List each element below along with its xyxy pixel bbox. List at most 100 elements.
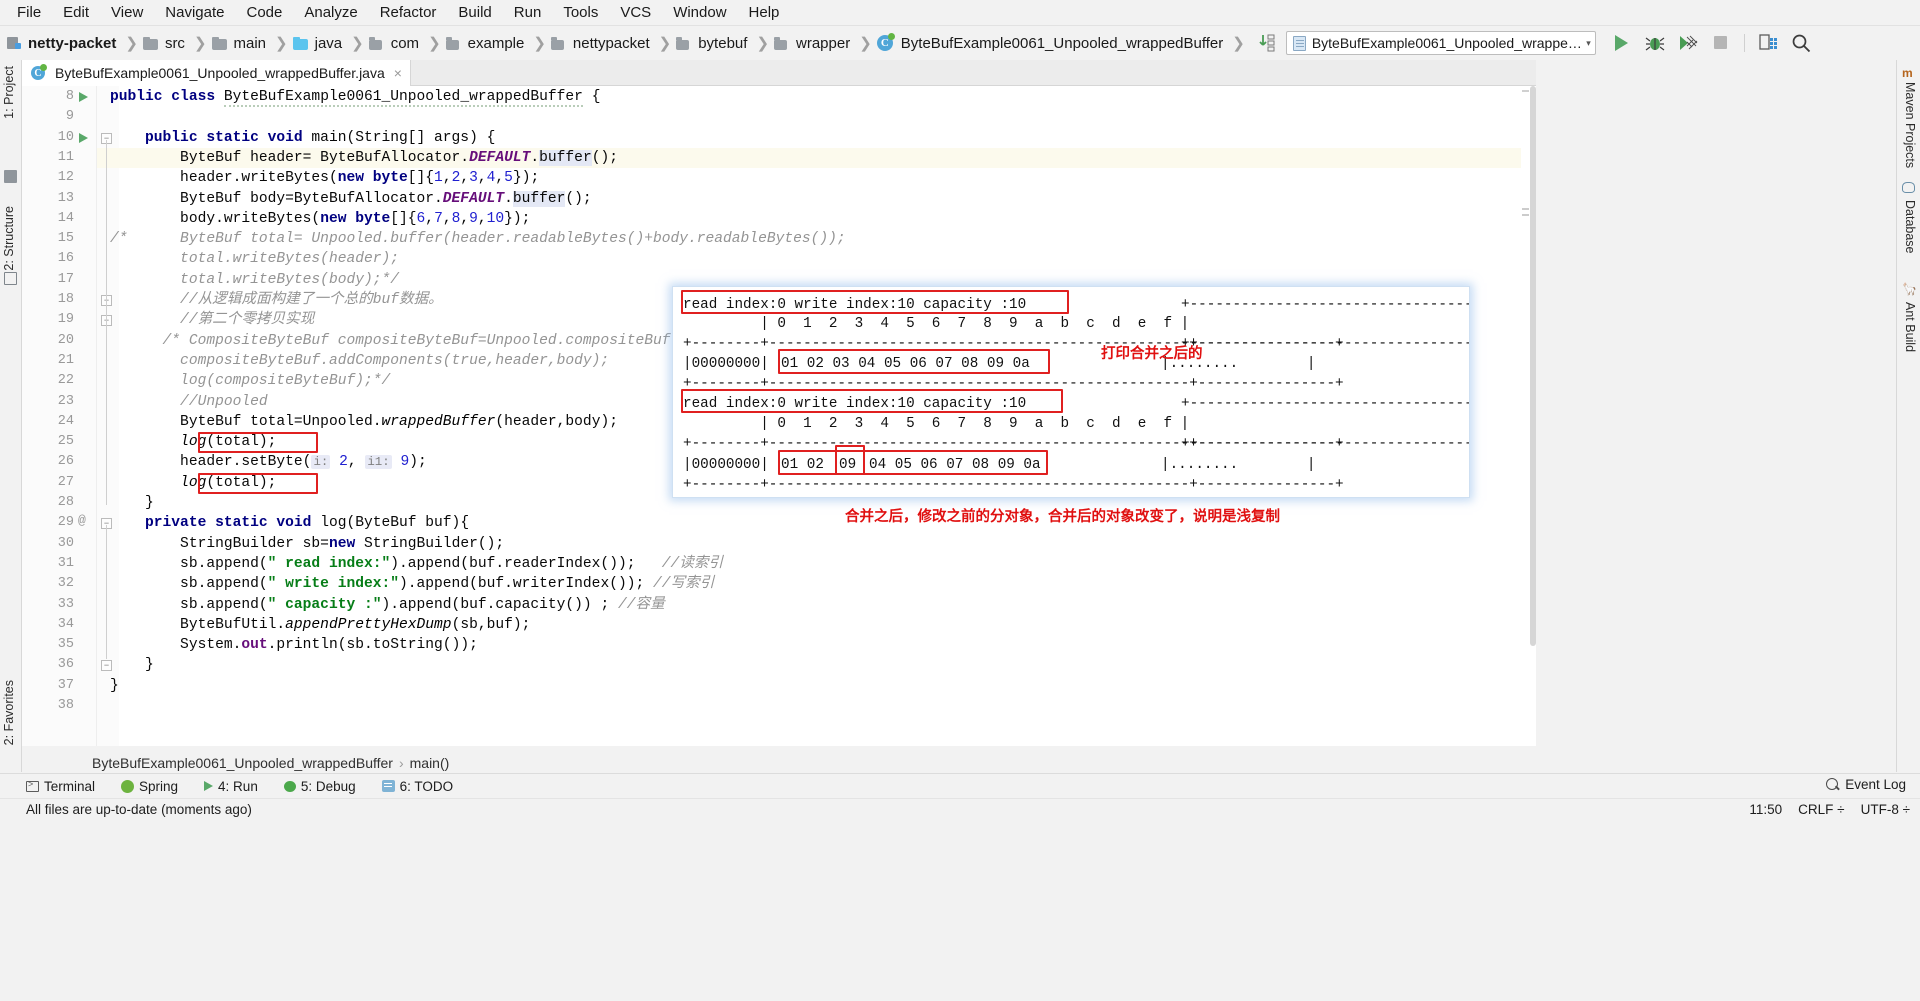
sidebar-item-project[interactable]: 1: Project: [2, 66, 16, 119]
code-line[interactable]: 37}: [22, 676, 1536, 696]
breadcrumb-method-name[interactable]: main(): [410, 755, 450, 771]
structure-tree-icon[interactable]: [4, 272, 17, 285]
breadcrumb-class-name[interactable]: ByteBufExample0061_Unpooled_wrappedBuffe…: [92, 755, 393, 771]
event-log-button[interactable]: Event Log: [1826, 777, 1906, 792]
close-icon[interactable]: ×: [394, 65, 402, 81]
scrollbar-thumb[interactable]: [1530, 86, 1536, 646]
code-line[interactable]: 9: [22, 107, 1536, 127]
menu-item-tools[interactable]: Tools: [552, 1, 609, 25]
console-output-overlay[interactable]: read index:0 write index:10 capacity :10…: [672, 286, 1470, 498]
line-number: 20: [57, 332, 74, 348]
ant-icon: 🦙: [1902, 282, 1917, 296]
editor-tab-active[interactable]: C ByteBufExample0061_Unpooled_wrappedBuf…: [22, 60, 411, 86]
breadcrumb-java[interactable]: java: [292, 26, 346, 60]
menu-item-view[interactable]: View: [100, 1, 154, 25]
code-line[interactable]: 8 public class ByteBufExample0061_Unpoole…: [22, 87, 1536, 107]
layout-settings-button[interactable]: [1758, 33, 1778, 53]
tool-button-debug[interactable]: 5: Debug: [283, 779, 356, 794]
menu-item-analyze[interactable]: Analyze: [293, 1, 368, 25]
breadcrumb-src[interactable]: src: [142, 26, 188, 60]
breadcrumb-module[interactable]: netty-packet: [7, 26, 119, 60]
tool-button-todo[interactable]: 6: TODO: [381, 779, 453, 794]
tool-button-label: 4: Run: [218, 778, 258, 794]
sidebar-item-structure[interactable]: 2: Structure: [2, 206, 16, 271]
folder-icon-blue: [292, 36, 308, 50]
project-structure-icon[interactable]: [4, 170, 17, 183]
code-line-text: /* ByteBuf total= Unpooled.buffer(header…: [110, 231, 846, 248]
folder-icon: [676, 36, 691, 50]
code-line-text: }: [110, 495, 154, 511]
code-fold-toggle[interactable]: −: [101, 660, 112, 672]
breadcrumb-main[interactable]: main: [211, 26, 270, 60]
menu-item-refactor[interactable]: Refactor: [369, 1, 448, 25]
code-line[interactable]: 15 /* ByteBuf total= Unpooled.buffer(head…: [22, 229, 1536, 249]
code-line[interactable]: 32 sb.append(" write index:").append(buf…: [22, 574, 1536, 594]
code-line[interactable]: 30 StringBuilder sb=new StringBuilder();: [22, 534, 1536, 554]
update-project-icon[interactable]: [1258, 33, 1276, 53]
code-line[interactable]: 33 sb.append(" capacity :").append(buf.c…: [22, 595, 1536, 615]
breadcrumb-wrapper[interactable]: wrapper: [774, 26, 853, 60]
breadcrumb-nettypacket[interactable]: nettypacket: [550, 26, 653, 60]
gutter-run-icon[interactable]: [79, 92, 88, 102]
annotation-shallow-copy: 合并之后，修改之前的分对象，合并后的对象改变了，说明是浅复制: [845, 509, 1280, 525]
menu-item-help[interactable]: Help: [738, 1, 791, 25]
menu-item-vcs[interactable]: VCS: [609, 1, 662, 25]
code-line[interactable]: 31 sb.append(" read index:").append(buf.…: [22, 554, 1536, 574]
code-line[interactable]: 35 System.out.println(sb.toString());: [22, 635, 1536, 655]
console-right-rule: +---------------------------------------…: [1181, 396, 1470, 412]
code-line[interactable]: 12 header.writeBytes(new byte[]{1,2,3,4,…: [22, 168, 1536, 188]
left-tool-strip: 1: Project 2: Structure 2: Favorites ★: [0, 60, 22, 821]
navigation-bar: netty-packet ❯ src ❯ main ❯ java ❯ com ❯…: [0, 26, 1920, 60]
toolbar-divider: [1743, 34, 1745, 52]
breadcrumb-com[interactable]: com: [368, 26, 422, 60]
stop-button[interactable]: [1711, 33, 1731, 53]
sidebar-item-ant-build[interactable]: Ant Build: [1903, 302, 1917, 352]
line-number: 19: [57, 312, 74, 328]
tool-button-terminal[interactable]: Terminal: [26, 779, 95, 794]
status-line-separator[interactable]: CRLF ÷: [1798, 802, 1844, 817]
console-right-rule: +---------------------------------------…: [1181, 436, 1470, 452]
code-line-text: private static void log(ByteBuf buf){: [145, 515, 470, 532]
menu-item-edit[interactable]: Edit: [52, 1, 100, 25]
status-encoding[interactable]: UTF-8 ÷: [1861, 802, 1910, 817]
folder-icon: [774, 36, 789, 50]
menu-item-file[interactable]: File: [6, 1, 52, 25]
code-line[interactable]: 34 ByteBufUtil.appendPrettyHexDump(sb,bu…: [22, 615, 1536, 635]
sidebar-item-database[interactable]: Database: [1903, 200, 1917, 254]
menu-item-window[interactable]: Window: [662, 1, 737, 25]
editor-scrollbar-vertical[interactable]: [1530, 86, 1536, 746]
menu-item-code[interactable]: Code: [235, 1, 293, 25]
breadcrumb-bytebuf[interactable]: bytebuf: [676, 26, 750, 60]
search-everywhere-button[interactable]: [1791, 33, 1811, 53]
code-line[interactable]: 16 total.writeBytes(header);: [22, 249, 1536, 269]
chevron-right-icon: ❯: [193, 35, 207, 52]
sidebar-item-maven-projects[interactable]: Maven Projects: [1903, 82, 1917, 168]
code-line[interactable]: 10 public static void main(String[] args…: [22, 128, 1536, 148]
tool-button-run[interactable]: 4: Run: [204, 779, 258, 794]
console-data-prefix: |00000000|: [683, 356, 769, 372]
menu-item-build[interactable]: Build: [447, 1, 502, 25]
tool-button-spring[interactable]: Spring: [121, 779, 178, 794]
breadcrumb-example[interactable]: example: [445, 26, 528, 60]
error-stripe[interactable]: [1521, 86, 1530, 746]
menu-item-navigate[interactable]: Navigate: [154, 1, 235, 25]
run-button[interactable]: [1612, 33, 1632, 53]
run-configuration-selector[interactable]: ByteBufExample0061_Unpooled_wrappedBuffe…: [1285, 31, 1596, 55]
breadcrumb-class[interactable]: C ByteBufExample0061_Unpooled_wrappedBuf…: [876, 26, 1226, 60]
debug-button[interactable]: [1645, 33, 1665, 53]
line-number: 27: [57, 474, 74, 490]
code-line[interactable]: 13 ByteBuf body=ByteBufAllocator.DEFAULT…: [22, 189, 1536, 209]
run-with-coverage-button[interactable]: [1678, 33, 1698, 53]
gutter-run-icon[interactable]: [79, 132, 88, 143]
code-line[interactable]: 38: [22, 696, 1536, 716]
code-line[interactable]: 36 }: [22, 655, 1536, 675]
breadcrumb-label: bytebuf: [698, 34, 748, 52]
menu-item-run[interactable]: Run: [503, 1, 553, 25]
breadcrumb-label: main: [233, 34, 267, 52]
sidebar-item-favorites[interactable]: 2: Favorites: [2, 680, 16, 745]
bug-icon: [1645, 37, 1665, 51]
code-line[interactable]: 29 private static void log(ByteBuf buf){: [22, 513, 1536, 533]
code-line[interactable]: 11 ByteBuf header= ByteBufAllocator.DEFA…: [22, 148, 1536, 168]
code-line[interactable]: 14 body.writeBytes(new byte[]{6,7,8,9,10…: [22, 209, 1536, 229]
tool-button-label: Spring: [139, 778, 179, 794]
